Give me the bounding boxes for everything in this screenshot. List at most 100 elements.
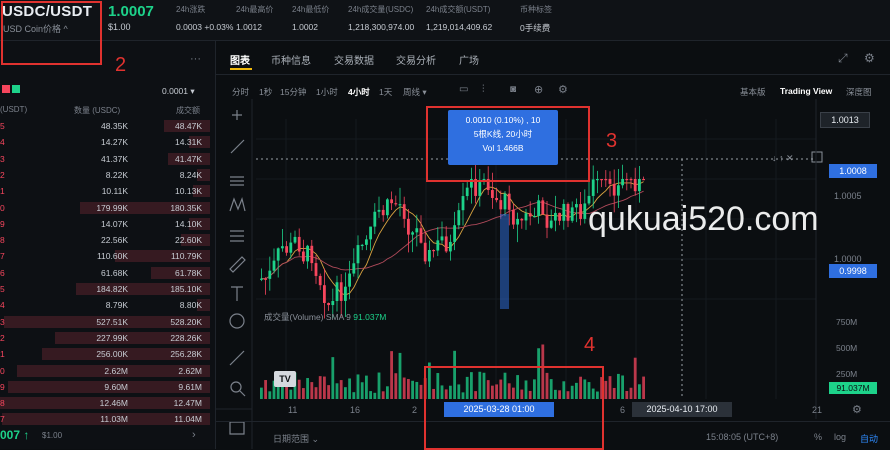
tf-1s[interactable]: 1秒 <box>259 86 272 98</box>
ask-price: 2 <box>0 332 5 343</box>
volume-bar <box>365 375 368 399</box>
candle-body <box>558 212 561 221</box>
orderbook-more-arrow[interactable]: › <box>192 429 196 441</box>
ask-price: 6 <box>0 267 5 278</box>
orderbook-menu-icon[interactable]: ··· <box>190 53 201 65</box>
ask-row[interactable]: 8 22.56K 22.60K <box>0 233 210 247</box>
tab-trade-analysis[interactable]: 交易分析 <box>396 52 436 67</box>
ask-row[interactable]: 7 110.60K 110.79K <box>0 249 210 263</box>
volume-indicator-label[interactable]: 成交量(Volume) SMA 9 91.037M <box>264 311 386 323</box>
ask-row[interactable]: 1 256.00K 256.28K <box>0 347 210 361</box>
ask-price: 9 <box>0 218 5 229</box>
candle-body <box>638 179 641 192</box>
candle-body <box>398 204 402 206</box>
config-icon[interactable]: ⚙ <box>558 83 568 96</box>
ask-qty: 2.62M <box>104 365 128 376</box>
expand-icon[interactable]: ⤢ <box>838 51 848 66</box>
candle-body <box>432 249 435 252</box>
candle-body <box>495 197 498 201</box>
chart-settings-icon[interactable]: ⚙ <box>852 403 862 416</box>
stat-tags[interactable]: 币种标签 0手续费 <box>520 4 552 34</box>
settings-icon[interactable]: ⚙ <box>864 51 875 65</box>
indicators-icon[interactable]: ⫶ <box>482 84 485 95</box>
ask-price: 4 <box>0 137 5 148</box>
ask-price: 5 <box>0 121 5 131</box>
ask-total: 12.47M <box>173 398 202 409</box>
candle-body <box>533 215 536 218</box>
tf-week[interactable]: 周线 ▾ <box>403 86 427 98</box>
log-toggle[interactable]: log <box>834 432 846 442</box>
candle-body <box>411 232 414 235</box>
percent-toggle[interactable]: % <box>814 432 822 442</box>
ask-row[interactable]: 2 8.22K 8.24K <box>0 168 210 182</box>
tab-chart[interactable]: 图表 <box>230 52 250 67</box>
precision-select[interactable]: 0.0001 ▾ <box>162 86 195 97</box>
candle-body <box>566 203 570 221</box>
ask-row[interactable]: 9 14.07K 14.10K <box>0 217 210 231</box>
ask-row[interactable]: 0 2.62M 2.62M <box>0 364 210 378</box>
crosshair-tool-icon <box>232 110 242 120</box>
price-scale-label: 1.0005 <box>834 191 862 201</box>
volume-bar <box>314 387 318 399</box>
candle-body <box>440 236 444 241</box>
ask-row[interactable]: 6 61.68K 61.78K <box>0 266 210 280</box>
tab-square[interactable]: 广场 <box>459 52 479 67</box>
date-range-select[interactable]: 日期范围 ⌄ <box>273 432 319 445</box>
volume-bar <box>331 357 335 399</box>
ask-row[interactable]: 0 179.99K 180.35K <box>0 201 210 215</box>
volume-bar <box>398 352 402 399</box>
chart-up-down-icon: ↓ ↑ ✕ <box>772 153 794 163</box>
ask-total: 256.28K <box>170 349 202 360</box>
ask-qty: 11.03M <box>100 414 128 425</box>
candle-type-icon[interactable]: ▭ <box>459 84 468 95</box>
volume-bar <box>348 378 351 399</box>
candle-body <box>457 210 461 226</box>
tab-coin-info[interactable]: 币种信息 <box>271 52 311 67</box>
candle-body <box>327 302 330 306</box>
tf-1d[interactable]: 1天 <box>379 86 392 98</box>
chart-clock: 15:08:05 (UTC+8) <box>706 432 779 442</box>
view-basic[interactable]: 基本版 <box>740 86 766 98</box>
candle-body <box>335 282 339 302</box>
candle-body <box>402 204 406 219</box>
ask-qty: 41.37K <box>101 153 128 164</box>
candle-body <box>428 249 431 262</box>
tf-15m[interactable]: 15分钟 <box>280 86 306 98</box>
book-view-bids-icon[interactable] <box>12 85 20 93</box>
ask-row[interactable]: 3 41.37K 41.47K <box>0 152 210 166</box>
ask-row[interactable]: 9 9.60M 9.61M <box>0 380 210 394</box>
candle-body <box>507 193 511 210</box>
ask-row[interactable]: 7 11.03M 11.04M <box>0 412 210 426</box>
ask-row[interactable]: 4 14.27K 14.31K <box>0 135 210 149</box>
ask-row[interactable]: 5 184.82K 185.10K <box>0 282 210 296</box>
tf-1h[interactable]: 1小时 <box>316 86 338 98</box>
volume-scale-label: 500M <box>836 343 857 353</box>
ask-row[interactable]: 4 8.79K 8.80K <box>0 298 210 312</box>
tf-line[interactable]: 分时 <box>232 86 249 98</box>
view-depth[interactable]: 深度图 <box>846 86 872 98</box>
tab-trade-data[interactable]: 交易数据 <box>334 52 374 67</box>
candle-body <box>377 209 381 212</box>
ask-row[interactable]: 5 48.35K 48.47K <box>0 119 210 133</box>
ask-qty: 22.56K <box>101 235 128 246</box>
ma-line-fast <box>261 181 644 296</box>
candle-body <box>503 193 507 210</box>
volume-bar <box>394 373 398 399</box>
screenshot-icon[interactable]: ◙ <box>510 84 516 95</box>
book-view-asks-icon[interactable] <box>2 85 10 93</box>
volume-bar <box>297 379 301 399</box>
candle-body <box>549 220 553 228</box>
auto-toggle[interactable]: 自动 <box>860 432 878 445</box>
ask-row[interactable]: 2 227.99K 228.26K <box>0 331 210 345</box>
candle-body <box>365 239 368 245</box>
ask-row[interactable]: 1 10.11K 10.13K <box>0 184 210 198</box>
ask-row[interactable]: 3 527.51K 528.20K <box>0 315 210 329</box>
tf-4h[interactable]: 4小时 <box>348 86 370 98</box>
ask-row[interactable]: 8 12.46M 12.47M <box>0 396 210 410</box>
candle-body <box>436 240 440 251</box>
emoji-tool-icon <box>229 313 245 329</box>
view-tradingview[interactable]: Trading View <box>780 86 832 96</box>
add-icon[interactable]: ⊕ <box>534 83 543 96</box>
volume-bar <box>352 392 356 399</box>
tradingview-logo: TV <box>274 371 296 387</box>
